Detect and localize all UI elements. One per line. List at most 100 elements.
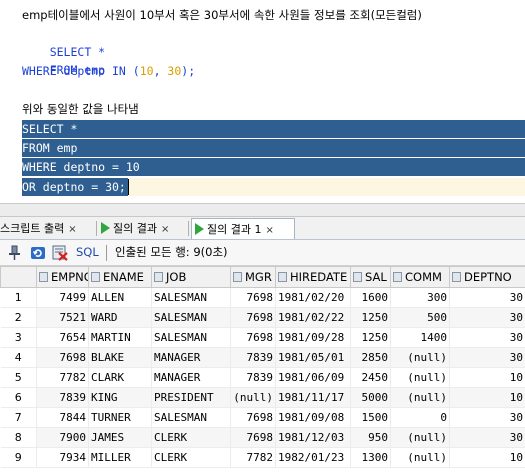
- cell-comm[interactable]: (null): [390, 447, 450, 468]
- cell-job[interactable]: SALESMAN: [151, 327, 231, 348]
- cell-empno[interactable]: 7654: [36, 327, 89, 348]
- tab-script-output[interactable]: 스크립트 출력 ×: [0, 218, 77, 239]
- row-number[interactable]: 3: [0, 327, 37, 348]
- cell-ename[interactable]: MARTIN: [88, 327, 152, 348]
- cell-empno[interactable]: 7839: [36, 387, 89, 408]
- cell-sal[interactable]: 1300: [350, 447, 391, 468]
- cell-mgr[interactable]: 7698: [230, 407, 276, 428]
- cell-mgr[interactable]: 7698: [230, 427, 276, 448]
- cell-job[interactable]: SALESMAN: [151, 287, 231, 308]
- cell-job[interactable]: CLERK: [151, 427, 231, 448]
- cell-hiredate[interactable]: 1981/11/17: [275, 387, 351, 408]
- pin-icon[interactable]: [6, 245, 22, 261]
- cell-job[interactable]: MANAGER: [151, 347, 231, 368]
- cell-comm[interactable]: (null): [390, 387, 450, 408]
- table-row[interactable]: 9 7934 MILLER CLERK 7782 1982/01/23 1300 (null)…: [0, 447, 525, 468]
- cell-hiredate[interactable]: 1981/09/08: [275, 407, 351, 428]
- table-row[interactable]: 6 7839 KING PRESIDENT (null) 1981/11/17 5000 (n…: [0, 387, 525, 408]
- row-number[interactable]: 7: [0, 407, 37, 428]
- cell-comm[interactable]: (null): [390, 367, 450, 388]
- table-row[interactable]: 8 7900 JAMES CLERK 7698 1981/12/03 950 (null) 30: [0, 427, 525, 448]
- column-header-sal[interactable]: SAL: [350, 266, 391, 288]
- cell-sal[interactable]: 2850: [350, 347, 391, 368]
- column-header-hiredate[interactable]: HIREDATE: [275, 266, 351, 288]
- cell-deptno[interactable]: 30: [449, 327, 525, 348]
- table-row[interactable]: 7 7844 TURNER SALESMAN 7698 1981/09/08 1500 0 30: [0, 407, 525, 428]
- refresh-icon[interactable]: [30, 245, 46, 261]
- cell-deptno[interactable]: 30: [449, 347, 525, 368]
- table-row[interactable]: 4 7698 BLAKE MANAGER 7839 1981/05/01 2850 (null…: [0, 347, 525, 368]
- cell-ename[interactable]: MILLER: [88, 447, 152, 468]
- close-icon[interactable]: ×: [68, 224, 76, 235]
- cell-mgr[interactable]: (null): [230, 387, 276, 408]
- row-number[interactable]: 2: [0, 307, 37, 328]
- cell-comm[interactable]: 0: [390, 407, 450, 428]
- cell-sal[interactable]: 1500: [350, 407, 391, 428]
- cell-deptno[interactable]: 10: [449, 367, 525, 388]
- row-number[interactable]: 5: [0, 367, 37, 388]
- cell-deptno[interactable]: 30: [449, 307, 525, 328]
- cell-comm[interactable]: 300: [390, 287, 450, 308]
- tab-query-result[interactable]: 질의 결과 ×: [101, 218, 169, 239]
- cell-empno[interactable]: 7782: [36, 367, 89, 388]
- cell-ename[interactable]: WARD: [88, 307, 152, 328]
- cell-empno[interactable]: 7844: [36, 407, 89, 428]
- cell-hiredate[interactable]: 1981/05/01: [275, 347, 351, 368]
- cell-deptno[interactable]: 30: [449, 427, 525, 448]
- cell-empno[interactable]: 7521: [36, 307, 89, 328]
- cell-sal[interactable]: 1600: [350, 287, 391, 308]
- table-row[interactable]: 2 7521 WARD SALESMAN 7698 1981/02/22 1250 500 30: [0, 307, 525, 328]
- cell-hiredate[interactable]: 1981/12/03: [275, 427, 351, 448]
- cell-hiredate[interactable]: 1981/02/22: [275, 307, 351, 328]
- cell-mgr[interactable]: 7698: [230, 287, 276, 308]
- cell-job[interactable]: MANAGER: [151, 367, 231, 388]
- cell-sal[interactable]: 2450: [350, 367, 391, 388]
- cell-empno[interactable]: 7934: [36, 447, 89, 468]
- row-number[interactable]: 1: [0, 287, 37, 308]
- table-row[interactable]: 1 7499 ALLEN SALESMAN 7698 1981/02/20 1600 300 3…: [0, 287, 525, 308]
- cell-sal[interactable]: 1250: [350, 307, 391, 328]
- cell-mgr[interactable]: 7782: [230, 447, 276, 468]
- cell-mgr[interactable]: 7839: [230, 367, 276, 388]
- cell-ename[interactable]: JAMES: [88, 427, 152, 448]
- table-row[interactable]: 5 7782 CLARK MANAGER 7839 1981/06/09 2450 (null…: [0, 367, 525, 388]
- panel-splitter[interactable]: [0, 203, 525, 217]
- cell-job[interactable]: CLERK: [151, 447, 231, 468]
- row-number[interactable]: 8: [0, 427, 37, 448]
- cell-job[interactable]: SALESMAN: [151, 307, 231, 328]
- cell-empno[interactable]: 7499: [36, 287, 89, 308]
- row-number[interactable]: 9: [0, 447, 37, 468]
- close-icon[interactable]: ×: [161, 224, 169, 235]
- cell-mgr[interactable]: 7839: [230, 347, 276, 368]
- column-header-deptno[interactable]: DEPTNO: [449, 266, 525, 288]
- cell-hiredate[interactable]: 1982/01/23: [275, 447, 351, 468]
- cell-comm[interactable]: (null): [390, 427, 450, 448]
- cell-deptno[interactable]: 30: [449, 407, 525, 428]
- cell-comm[interactable]: (null): [390, 347, 450, 368]
- cell-hiredate[interactable]: 1981/02/20: [275, 287, 351, 308]
- column-header-empno[interactable]: EMPNO: [36, 266, 89, 288]
- cell-ename[interactable]: CLARK: [88, 367, 152, 388]
- close-icon[interactable]: ×: [265, 225, 273, 236]
- table-row[interactable]: 3 7654 MARTIN SALESMAN 7698 1981/09/28 1250 140…: [0, 327, 525, 348]
- cell-sal[interactable]: 5000: [350, 387, 391, 408]
- cell-job[interactable]: PRESIDENT: [151, 387, 231, 408]
- cell-sal[interactable]: 950: [350, 427, 391, 448]
- cell-comm[interactable]: 1400: [390, 327, 450, 348]
- cell-hiredate[interactable]: 1981/06/09: [275, 367, 351, 388]
- column-header-mgr[interactable]: MGR: [230, 266, 276, 288]
- cancel-query-icon[interactable]: [52, 245, 68, 261]
- tab-query-result-1[interactable]: 질의 결과 1 ×: [191, 218, 295, 239]
- column-header-job[interactable]: JOB: [151, 266, 231, 288]
- sql-button[interactable]: SQL: [76, 240, 99, 265]
- row-number[interactable]: 4: [0, 347, 37, 368]
- cell-comm[interactable]: 500: [390, 307, 450, 328]
- row-number[interactable]: 6: [0, 387, 37, 408]
- cell-empno[interactable]: 7900: [36, 427, 89, 448]
- cell-mgr[interactable]: 7698: [230, 307, 276, 328]
- cell-ename[interactable]: TURNER: [88, 407, 152, 428]
- cell-ename[interactable]: KING: [88, 387, 152, 408]
- cell-hiredate[interactable]: 1981/09/28: [275, 327, 351, 348]
- cell-ename[interactable]: ALLEN: [88, 287, 152, 308]
- column-header-ename[interactable]: ENAME: [88, 266, 152, 288]
